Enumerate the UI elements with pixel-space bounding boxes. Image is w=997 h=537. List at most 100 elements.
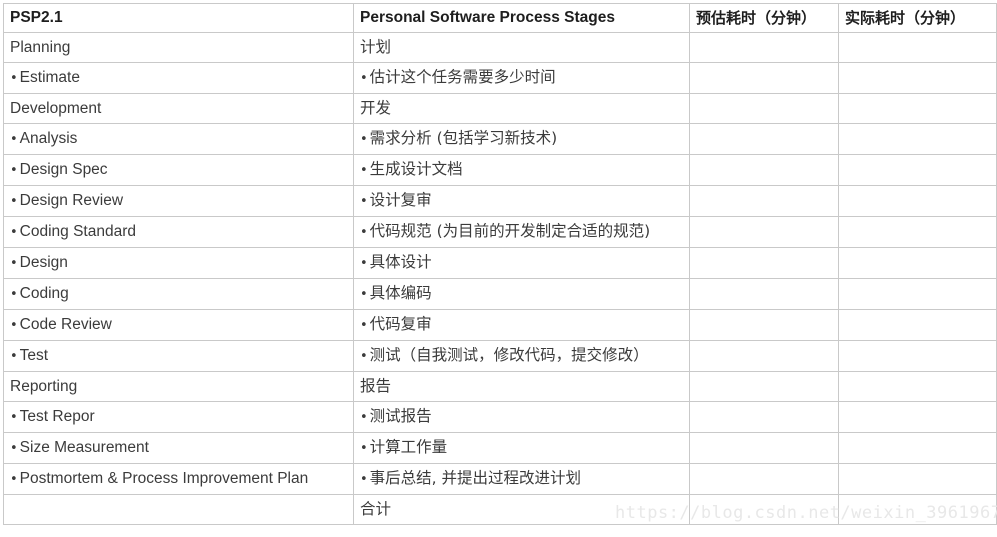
actual-time-cell[interactable] — [838, 278, 997, 310]
stage-name-label: Test — [19, 347, 49, 364]
actual-time-cell[interactable] — [838, 309, 997, 341]
actual-time-cell[interactable] — [838, 371, 997, 402]
stage-name-label: Design Spec — [19, 161, 108, 178]
estimated-time-cell[interactable] — [689, 401, 839, 433]
bullet-icon: • — [360, 194, 368, 209]
stage-description-cell: 合计 — [353, 494, 690, 525]
actual-time-cell[interactable] — [838, 494, 997, 525]
actual-time-cell[interactable] — [838, 123, 997, 155]
stage-name-label: Postmortem & Process Improvement Plan — [19, 470, 309, 487]
stage-description-cell: 报告 — [353, 371, 690, 402]
actual-time-cell[interactable] — [838, 93, 997, 124]
stage-name-cell — [3, 494, 354, 525]
stage-name-label: Analysis — [19, 130, 78, 147]
psp-stages-table: PSP2.1 Personal Software Process Stages … — [3, 3, 997, 525]
bullet-icon: • — [10, 163, 18, 178]
column-header-estimated-time: 预估耗时（分钟） — [689, 3, 839, 33]
stage-description-label: 需求分析 (包括学习新技术) — [369, 129, 558, 147]
stage-name-label: Test Repor — [19, 408, 95, 425]
actual-time-cell[interactable] — [838, 62, 997, 94]
estimated-time-cell[interactable] — [689, 494, 839, 525]
bullet-icon: • — [360, 410, 368, 425]
stage-name-cell: • Test Repor — [3, 401, 354, 433]
estimated-time-cell[interactable] — [689, 278, 839, 310]
actual-time-cell[interactable] — [838, 340, 997, 372]
estimated-time-cell[interactable] — [689, 216, 839, 248]
stage-description-label: 生成设计文档 — [369, 160, 463, 178]
stage-name-label: Coding Standard — [19, 223, 137, 240]
stage-description-label: 测试报告 — [369, 407, 432, 425]
actual-time-cell[interactable] — [838, 32, 997, 63]
stage-name-label: Planning — [10, 39, 71, 56]
stage-name-cell: • Estimate — [3, 62, 354, 94]
stage-name-label: Code Review — [19, 316, 112, 333]
stage-description-label: 事后总结, 并提出过程改进计划 — [369, 469, 582, 487]
stage-description-cell: • 估计这个任务需要多少时间 — [353, 62, 690, 94]
stage-name-cell: • Test — [3, 340, 354, 372]
bullet-icon: • — [10, 132, 18, 147]
actual-time-cell[interactable] — [838, 247, 997, 279]
bullet-icon: • — [10, 472, 18, 487]
table-row: • Design Review • 设计复审 — [3, 185, 997, 217]
bullet-icon: • — [360, 472, 368, 487]
bullet-icon: • — [10, 256, 18, 271]
stage-description-cell: • 需求分析 (包括学习新技术) — [353, 123, 690, 155]
stage-name-cell: • Coding — [3, 278, 354, 310]
actual-time-cell[interactable] — [838, 401, 997, 433]
table-row: Development 开发 — [3, 93, 997, 124]
estimated-time-cell[interactable] — [689, 185, 839, 217]
stage-name-cell: • Design Spec — [3, 154, 354, 186]
stage-name-label: Development — [10, 100, 102, 117]
actual-time-cell[interactable] — [838, 432, 997, 464]
column-header-actual-time: 实际耗时（分钟） — [838, 3, 997, 33]
bullet-icon: • — [360, 287, 368, 302]
stage-name-cell: Planning — [3, 32, 354, 63]
estimated-time-cell[interactable] — [689, 340, 839, 372]
stage-name-cell: • Analysis — [3, 123, 354, 155]
stage-description-cell: • 测试（自我测试，修改代码，提交修改） — [353, 340, 690, 372]
actual-time-cell[interactable] — [838, 463, 997, 495]
estimated-time-cell[interactable] — [689, 93, 839, 124]
estimated-time-cell[interactable] — [689, 32, 839, 63]
estimated-time-cell[interactable] — [689, 62, 839, 94]
stage-description-label: 报告 — [360, 377, 392, 395]
stage-description-cell: 开发 — [353, 93, 690, 124]
bullet-icon: • — [360, 441, 368, 456]
table-row: • Design • 具体设计 — [3, 247, 997, 279]
stage-description-cell: • 设计复审 — [353, 185, 690, 217]
estimated-time-cell[interactable] — [689, 123, 839, 155]
stage-description-label: 具体设计 — [369, 253, 432, 271]
stage-name-cell: • Coding Standard — [3, 216, 354, 248]
estimated-time-cell[interactable] — [689, 247, 839, 279]
stage-name-label: Size Measurement — [19, 439, 149, 456]
actual-time-cell[interactable] — [838, 185, 997, 217]
estimated-time-cell[interactable] — [689, 309, 839, 341]
stage-description-label: 估计这个任务需要多少时间 — [369, 68, 556, 86]
actual-time-cell[interactable] — [838, 154, 997, 186]
bullet-icon: • — [10, 318, 18, 333]
table-row: Planning 计划 — [3, 32, 997, 63]
table-row: • Coding Standard • 代码规范 (为目前的开发制定合适的规范) — [3, 216, 997, 248]
estimated-time-cell[interactable] — [689, 154, 839, 186]
stage-description-label: 合计 — [360, 500, 392, 518]
stage-description-cell: • 生成设计文档 — [353, 154, 690, 186]
actual-time-cell[interactable] — [838, 216, 997, 248]
stage-description-cell: • 代码规范 (为目前的开发制定合适的规范) — [353, 216, 690, 248]
table-row: • Test Repor • 测试报告 — [3, 401, 997, 433]
estimated-time-cell[interactable] — [689, 463, 839, 495]
table-row: • Postmortem & Process Improvement Plan • 事… — [3, 463, 997, 495]
stage-name-cell: • Design Review — [3, 185, 354, 217]
table-row: • Coding • 具体编码 — [3, 278, 997, 310]
stage-name-label: Reporting — [10, 378, 78, 395]
bullet-icon: • — [360, 225, 368, 240]
bullet-icon: • — [360, 163, 368, 178]
stage-description-cell: • 测试报告 — [353, 401, 690, 433]
stage-description-cell: • 具体设计 — [353, 247, 690, 279]
stage-name-cell: • Size Measurement — [3, 432, 354, 464]
estimated-time-cell[interactable] — [689, 432, 839, 464]
estimated-time-cell[interactable] — [689, 371, 839, 402]
stage-description-label: 计划 — [360, 38, 392, 56]
column-header-process-stages: Personal Software Process Stages — [353, 3, 690, 33]
bullet-icon: • — [360, 71, 368, 86]
column-header-psp-version: PSP2.1 — [3, 3, 354, 33]
